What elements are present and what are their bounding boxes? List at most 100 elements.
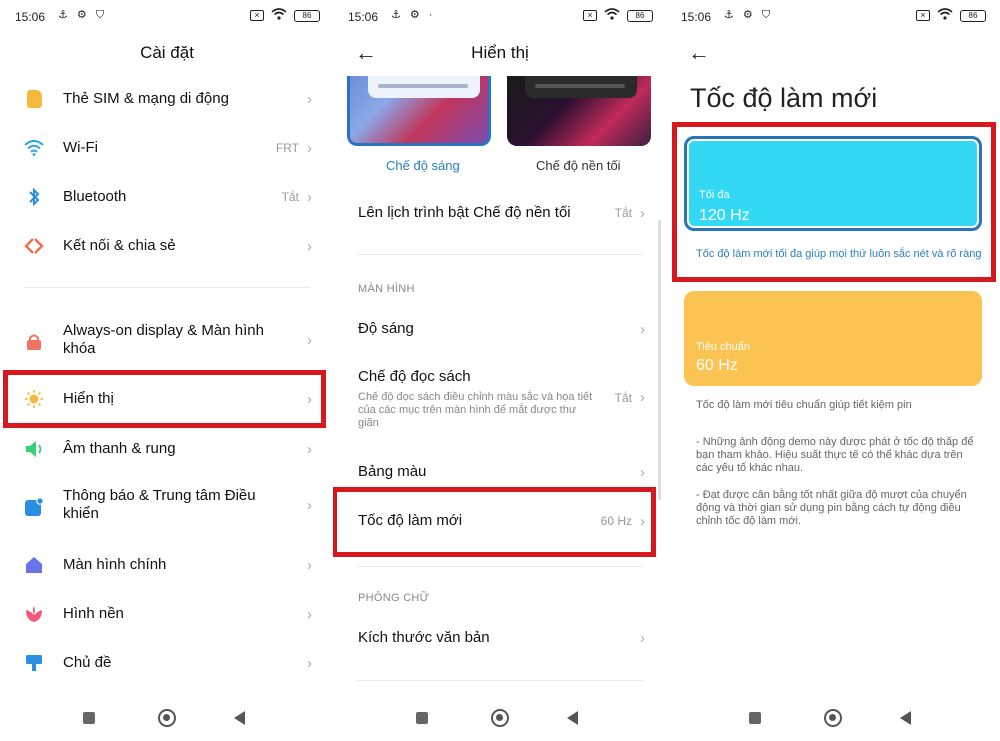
navigation-bar (0, 707, 334, 731)
home-icon (24, 555, 44, 575)
chevron-right-icon: › (307, 556, 312, 574)
recents-button[interactable] (749, 712, 761, 724)
speaker-icon (24, 439, 44, 459)
settings-item-label: Wi-Fi (63, 139, 98, 156)
status-icons: ⚓ ⚙ ⛉ (58, 9, 108, 21)
status-time: 15:06 (681, 10, 712, 24)
settings-item-value: Tắt (281, 190, 299, 204)
item-label: Lên lịch trình bật Chế độ nền tối (358, 204, 571, 221)
text-size-item[interactable]: Kích thước văn bản › (333, 627, 667, 649)
no-sim-icon: × (583, 10, 597, 21)
section-header-font: PHÔNG CHỮ (358, 592, 430, 604)
settings-item-label: Chủ đề (63, 654, 112, 671)
display-screen: 15:06 ⚓ ⚙ · × 86 ← Hiển thị Chế độ sáng … (333, 0, 667, 741)
status-icons: ⚓ ⚙ · (391, 9, 436, 21)
label-line-2: khiển (63, 505, 99, 522)
back-nav-button[interactable] (900, 711, 911, 725)
screenshot-collage: 15:06 ⚓ ⚙ ⛉ × 86 Cài đặt Thẻ SIM & mạng … (0, 0, 1000, 741)
share-icon (24, 236, 44, 256)
settings-screen: 15:06 ⚓ ⚙ ⛉ × 86 Cài đặt Thẻ SIM & mạng … (0, 0, 334, 741)
recents-button[interactable] (416, 712, 428, 724)
label-line-2: khóa (63, 340, 96, 357)
back-arrow-icon[interactable]: ← (688, 40, 710, 66)
no-sim-icon: × (250, 10, 264, 21)
recents-button[interactable] (83, 712, 95, 724)
page-title: Cài đặt (140, 43, 194, 62)
chevron-right-icon: › (640, 463, 645, 481)
highlight-box-display (3, 370, 326, 428)
chevron-right-icon: › (640, 320, 645, 338)
chevron-right-icon: › (307, 188, 312, 206)
label-line-1: Thông báo & Trung tâm Điều (63, 487, 256, 504)
refresh-option-standard[interactable]: Tiêu chuẩn 60 Hz (684, 291, 982, 386)
lock-icon (24, 332, 44, 352)
settings-item-always-on[interactable]: Always-on display & Màn hình khóa › (0, 322, 334, 362)
wifi-status-icon (937, 8, 953, 23)
wifi-status-icon (271, 8, 287, 23)
wifi-status-icon (604, 8, 620, 23)
no-sim-icon: × (916, 10, 930, 21)
item-value: Tắt (614, 206, 632, 220)
item-value: Tắt (614, 391, 632, 405)
preview-line (378, 84, 468, 88)
settings-item-wifi[interactable]: Wi-Fi FRT › (0, 137, 334, 159)
back-nav-button[interactable] (567, 711, 578, 725)
page-title: Tốc độ làm mới (690, 83, 878, 113)
settings-item-bluetooth[interactable]: Bluetooth Tắt › (0, 186, 334, 208)
section-divider (357, 680, 643, 681)
standard-option-description: Tốc độ làm mới tiêu chuẩn giúp tiết kiệm… (696, 399, 912, 411)
home-button[interactable] (824, 709, 842, 727)
settings-item-home-screen[interactable]: Màn hình chính › (0, 554, 334, 576)
settings-item-label: Màn hình chính (63, 556, 167, 573)
brightness-item[interactable]: Độ sáng › (333, 318, 667, 340)
settings-item-wallpaper[interactable]: Hình nền › (0, 603, 334, 625)
settings-item-label: Kết nối & chia sẻ (63, 237, 176, 254)
section-header-screen: MÀN HÌNH (358, 283, 415, 295)
item-label: Kích thước văn bản (358, 629, 490, 646)
section-divider (24, 287, 310, 288)
light-mode-preview[interactable] (347, 76, 491, 146)
item-label: Độ sáng (358, 320, 414, 337)
home-button[interactable] (491, 709, 509, 727)
back-nav-button[interactable] (234, 711, 245, 725)
battery-indicator: 86 (627, 9, 653, 22)
chevron-right-icon: › (307, 497, 312, 514)
settings-item-notifications[interactable]: Thông báo & Trung tâm Điều khiển › (0, 487, 334, 527)
highlight-box-refresh-rate (333, 487, 656, 557)
chevron-right-icon: › (307, 237, 312, 255)
chevron-right-icon: › (307, 654, 312, 672)
dark-mode-label: Chế độ nền tối (536, 158, 621, 173)
item-description: Chế độ đọc sách điều chỉnh màu sắc và họ… (358, 391, 593, 429)
theme-icon (24, 653, 44, 673)
item-label: Bảng màu (358, 463, 427, 480)
option-value: 60 Hz (696, 357, 738, 374)
chevron-right-icon: › (307, 332, 312, 349)
dark-mode-preview[interactable] (507, 76, 651, 146)
dark-mode-schedule-item[interactable]: Lên lịch trình bật Chế độ nền tối Tắt › (333, 202, 667, 224)
settings-item-label: Bluetooth (63, 188, 127, 205)
settings-item-sim[interactable]: Thẻ SIM & mạng di động › (0, 88, 334, 110)
chevron-right-icon: › (307, 139, 312, 157)
section-divider (357, 254, 643, 255)
wifi-icon (24, 138, 44, 158)
refresh-rate-screen: 15:06 ⚓ ⚙ ⛉ × 86 ← Tốc độ làm mới Tối đa… (666, 0, 1000, 741)
chevron-right-icon: › (640, 629, 645, 647)
color-palette-item[interactable]: Bảng màu › (333, 461, 667, 483)
status-icons: ⚓ ⚙ ⛉ (724, 9, 774, 21)
settings-item-sound[interactable]: Âm thanh & rung › (0, 438, 334, 460)
home-button[interactable] (158, 709, 176, 727)
preview-line (535, 84, 625, 88)
chevron-right-icon: › (640, 389, 645, 406)
bluetooth-icon (24, 187, 44, 207)
reading-mode-item[interactable]: Chế độ đọc sách Chế độ đọc sách điều chỉ… (333, 368, 667, 432)
note-demo: - Những ảnh động demo này được phát ở tố… (696, 436, 974, 474)
settings-item-label: Âm thanh & rung (63, 440, 176, 457)
scrollbar[interactable] (658, 220, 661, 500)
battery-indicator: 86 (294, 9, 320, 22)
settings-item-connection[interactable]: Kết nối & chia sẻ › (0, 235, 334, 257)
section-divider (357, 566, 643, 567)
flower-icon (24, 604, 44, 624)
chevron-right-icon: › (307, 440, 312, 458)
status-bar: 15:06 ⚓ ⚙ ⛉ × 86 (666, 0, 1000, 34)
settings-item-themes[interactable]: Chủ đề › (0, 652, 334, 674)
